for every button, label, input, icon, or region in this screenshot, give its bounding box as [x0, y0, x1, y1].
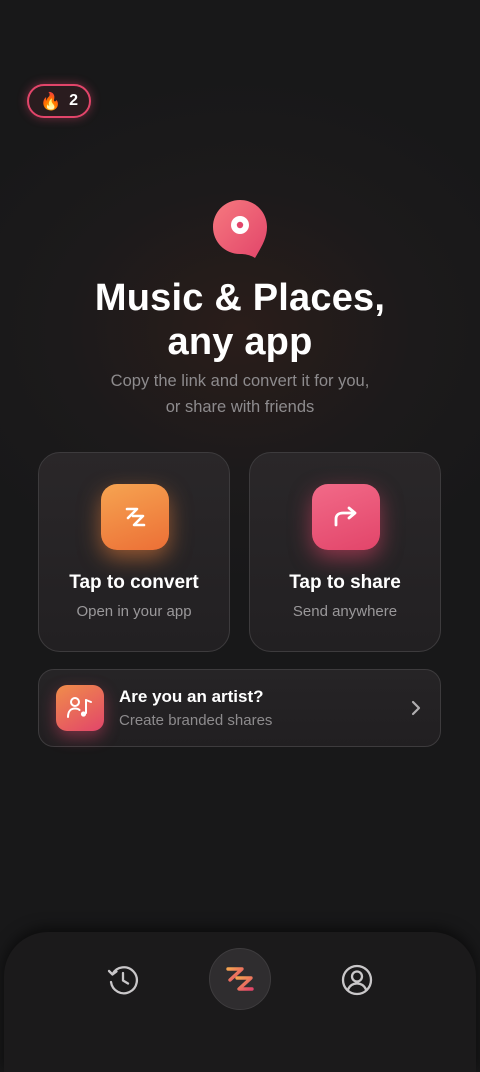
history-icon [107, 966, 139, 995]
artist-banner[interactable]: Are you an artist? Create branded shares [38, 669, 441, 747]
streak-count: 2 [69, 92, 79, 109]
flame-icon: 🔥 [39, 91, 62, 111]
bottom-tab-bar [4, 932, 476, 1072]
app-logo-icon [213, 200, 267, 258]
convert-z-icon [101, 484, 169, 550]
chevron-right-icon [411, 700, 421, 716]
artist-banner-title: Are you an artist? [119, 687, 264, 706]
convert-card-subtitle: Open in your app [76, 603, 192, 620]
share-arrow-icon [312, 484, 380, 550]
share-card-title: Tap to share [289, 572, 401, 593]
streak-badge[interactable]: 🔥 2 [27, 84, 91, 118]
convert-card-title: Tap to convert [69, 572, 199, 593]
profile-tab[interactable] [339, 962, 375, 998]
profile-icon [341, 964, 373, 996]
share-card-subtitle: Send anywhere [292, 603, 398, 620]
page-subtitle: Copy the link and convert it for you, or… [110, 372, 370, 416]
app-logo-icon [226, 967, 254, 991]
tap-to-convert-card[interactable]: Tap to convert Open in your app [38, 452, 230, 652]
home-convert-tab[interactable] [209, 948, 271, 1010]
page-title: Music & Places, any app [94, 277, 386, 363]
tap-to-share-card[interactable]: Tap to share Send anywhere [249, 452, 441, 652]
artist-banner-subtitle: Create branded shares [119, 712, 273, 729]
history-tab[interactable] [105, 962, 141, 998]
artist-music-icon [56, 685, 104, 731]
